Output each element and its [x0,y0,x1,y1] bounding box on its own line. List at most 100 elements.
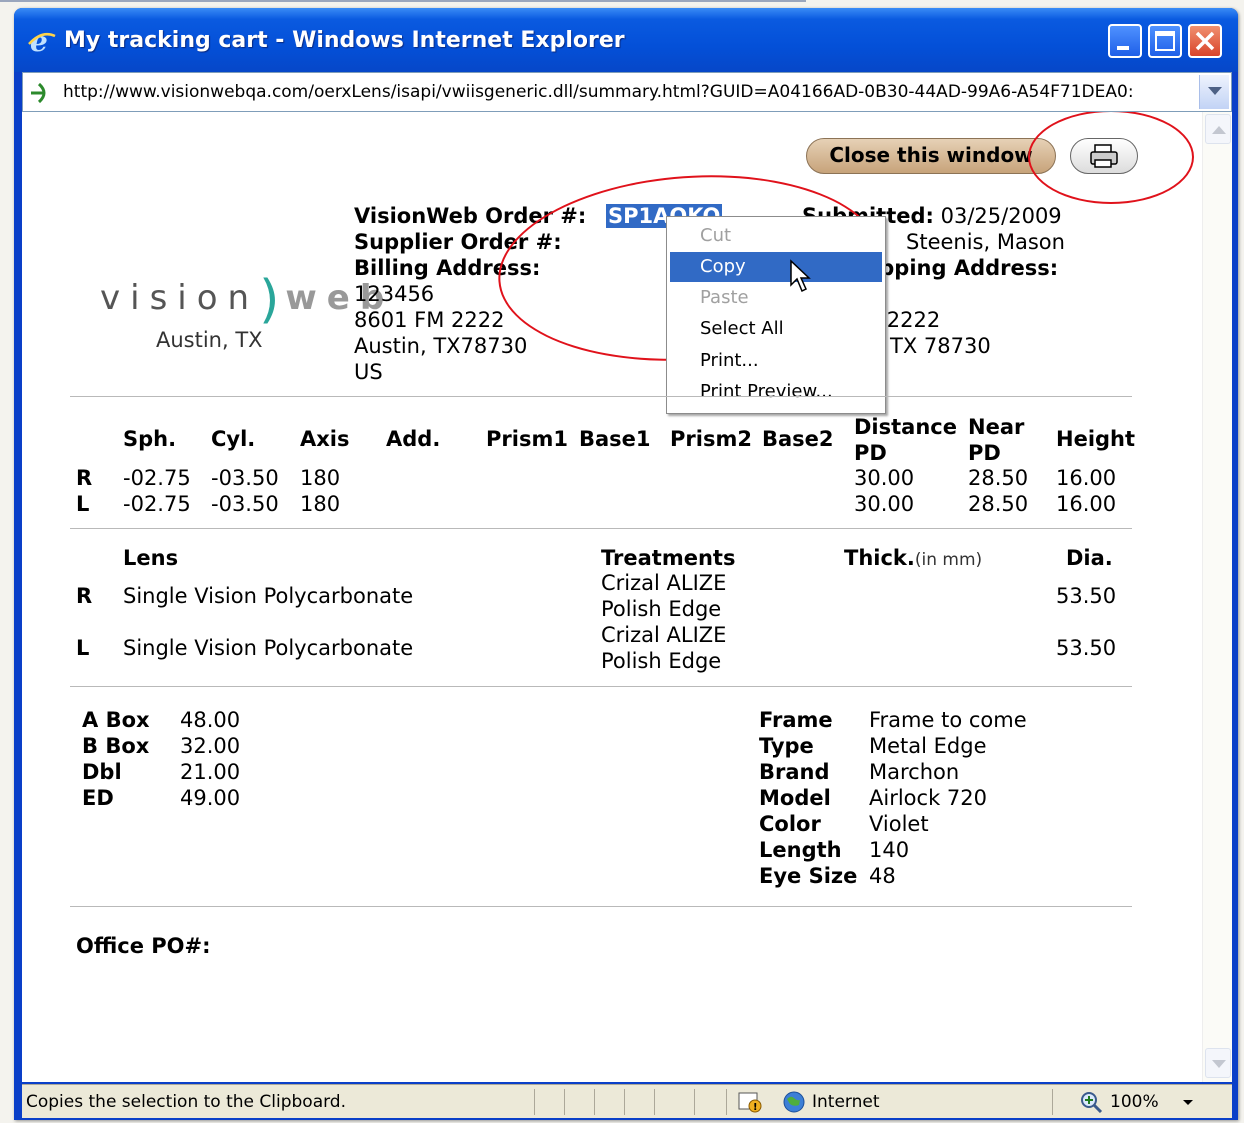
office-po-label: Office PO#: [76,934,211,958]
maximize-icon [1155,31,1175,51]
rx-sph: -02.75 [123,466,191,490]
lens-treatment-1: Crizal ALIZE [601,623,727,647]
rx-axis: 180 [300,466,341,490]
frame-label: Type [759,734,814,758]
frame-value: 48 [869,864,896,888]
close-this-window-button[interactable]: Close this window [806,138,1056,174]
zoom-level[interactable]: 100% [1110,1092,1159,1112]
rx-eye: L [76,492,90,516]
measure-label: ED [82,786,114,810]
security-zone[interactable]: Internet [812,1092,880,1112]
lens-diameter: 53.50 [1056,584,1117,608]
minimize-button[interactable] [1108,24,1142,58]
rx-header-height: Height [1056,427,1136,451]
frame-label: Brand [759,760,830,784]
rx-header-cyl: Cyl. [211,427,256,451]
thickness-unit: (in mm) [914,550,983,570]
divider [70,528,1132,529]
chevron-up-icon [1212,126,1226,134]
close-icon [1195,31,1215,51]
rx-near-pd: 28.50 [968,492,1029,516]
treatments-header: Treatments [601,546,736,570]
rx-header-sph: Sph. [123,427,177,451]
menu-item-paste[interactable]: Paste [670,283,882,313]
measure-value: 32.00 [180,734,241,758]
chevron-down-icon [1212,1060,1226,1068]
rx-axis: 180 [300,492,341,516]
svg-text:!: ! [753,1102,758,1113]
frame-value: Frame to come [869,708,1027,732]
rx-sph: -02.75 [123,492,191,516]
menu-item-print[interactable]: Print... [670,346,882,376]
protected-mode-icon[interactable]: ! [738,1091,762,1113]
menu-item-select-all[interactable]: Select All [670,314,882,344]
status-message: Copies the selection to the Clipboard. [26,1092,346,1112]
vertical-scrollbar[interactable] [1202,112,1232,1082]
billing-line-2: 8601 FM 2222 [354,308,505,332]
scroll-down-button[interactable] [1205,1048,1231,1078]
frame-label: Color [759,812,821,836]
context-menu: Cut Copy Paste Select All Print... Print… [666,216,886,414]
diameter-header: Dia. [1066,546,1113,570]
frame-value: Marchon [869,760,960,784]
patient-name: Steenis, Mason [906,230,1065,254]
rx-header-distance-pd: Distance PD [854,415,957,465]
logo-arc: ) [259,270,286,330]
logo-word-vision: vision [100,278,260,318]
measure-value: 49.00 [180,786,241,810]
lens-treatment-1: Crizal ALIZE [601,571,727,595]
address-bar[interactable]: http://www.visionwebqa.com/oerxLens/isap… [22,72,1232,112]
status-separator [726,1089,727,1115]
menu-item-copy[interactable]: Copy [670,252,882,282]
maximize-button[interactable] [1148,24,1182,58]
rx-distance-pd: 30.00 [854,466,915,490]
lens-name: Single Vision Polycarbonate [123,584,414,608]
rx-header-axis: Axis [300,427,350,451]
rx-eye: R [76,466,93,490]
frame-label: Frame [759,708,833,732]
status-separator [654,1089,655,1115]
ie-window: e My tracking cart - Windows Internet Ex… [14,8,1238,1120]
frame-label: Eye Size [759,864,858,888]
logo-location: Austin, TX [156,328,263,352]
status-bar: Copies the selection to the Clipboard. !… [22,1084,1232,1118]
rx-header-near-pd: Near PD [968,415,1025,465]
rx-header-prism2: Prism2 [670,427,752,451]
rx-near-pd: 28.50 [968,466,1029,490]
minimize-icon [1117,46,1129,50]
lens-eye: R [76,584,93,608]
status-separator [564,1089,565,1115]
thickness-header: Thick.(in mm) [844,546,982,570]
background-window-edge [0,0,806,2]
rx-cyl: -03.50 [211,466,279,490]
frame-label: Length [759,838,842,862]
divider [70,396,1132,397]
lens-name: Single Vision Polycarbonate [123,636,414,660]
rx-cyl: -03.50 [211,492,279,516]
lens-eye: L [76,636,90,660]
window-title: My tracking cart - Windows Internet Expl… [64,28,625,53]
address-url[interactable]: http://www.visionwebqa.com/oerxLens/isap… [63,82,1203,102]
title-bar[interactable]: e My tracking cart - Windows Internet Ex… [14,8,1238,72]
scroll-up-button[interactable] [1205,114,1231,144]
shipping-line-3: TX 78730 [890,334,991,358]
menu-item-print-preview[interactable]: Print Preview... [670,377,882,407]
status-separator [624,1089,625,1115]
status-separator [594,1089,595,1115]
status-separator [1052,1089,1053,1115]
rx-height: 16.00 [1056,492,1117,516]
measure-label: Dbl [82,760,122,784]
address-dropdown-button[interactable] [1199,75,1229,109]
status-separator [534,1089,535,1115]
lens-treatment-2: Polish Edge [601,649,722,673]
measure-label: B Box [82,734,150,758]
zoom-dropdown-icon[interactable] [1182,1099,1194,1107]
rx-header-add: Add. [386,427,441,451]
billing-line-1: 123456 [354,282,435,306]
zoom-icon [1081,1092,1103,1113]
rx-distance-pd: 30.00 [854,492,915,516]
page-content: Close this window vision)web Austin, TX … [22,112,1232,1082]
close-window-button[interactable] [1188,24,1222,58]
menu-item-cut[interactable]: Cut [670,221,882,251]
go-arrow-icon [31,82,46,104]
